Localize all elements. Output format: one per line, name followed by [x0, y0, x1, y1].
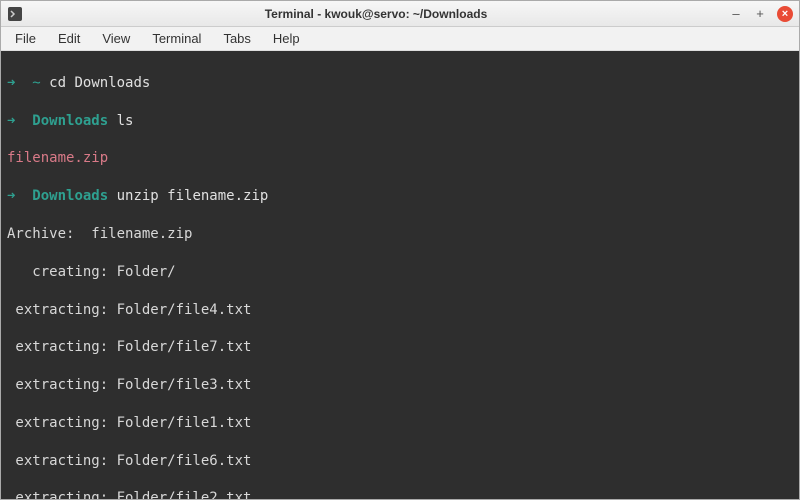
prompt-tilde: ~: [32, 75, 40, 91]
minimize-button[interactable]: –: [729, 7, 743, 21]
output-extracting: extracting: Folder/file4.txt: [7, 301, 793, 320]
output-extracting: extracting: Folder/file1.txt: [7, 414, 793, 433]
menu-view[interactable]: View: [92, 29, 140, 48]
terminal-app-icon: [7, 6, 23, 22]
menu-edit[interactable]: Edit: [48, 29, 90, 48]
cmd-unzip: unzip filename.zip: [117, 188, 269, 204]
prompt-arrow-icon: ➜: [7, 75, 15, 91]
cmd-ls: ls: [117, 113, 134, 129]
cmd-cd: cd Downloads: [49, 75, 150, 91]
titlebar[interactable]: Terminal - kwouk@servo: ~/Downloads – + …: [1, 1, 799, 27]
output-creating: creating: Folder/: [7, 263, 793, 282]
window-title: Terminal - kwouk@servo: ~/Downloads: [29, 7, 723, 21]
output-extracting: extracting: Folder/file2.txt: [7, 489, 793, 499]
menu-file[interactable]: File: [5, 29, 46, 48]
terminal-content[interactable]: ➜ ~ cd Downloads ➜ Downloads ls filename…: [1, 51, 799, 499]
close-button[interactable]: ×: [777, 6, 793, 22]
menu-help[interactable]: Help: [263, 29, 310, 48]
prompt-dir: Downloads: [32, 188, 108, 204]
window-controls: – + ×: [729, 6, 793, 22]
output-extracting: extracting: Folder/file3.txt: [7, 376, 793, 395]
prompt-dir: Downloads: [32, 113, 108, 129]
menu-terminal[interactable]: Terminal: [142, 29, 211, 48]
terminal-window: Terminal - kwouk@servo: ~/Downloads – + …: [0, 0, 800, 500]
output-archive: Archive: filename.zip: [7, 225, 793, 244]
maximize-button[interactable]: +: [753, 7, 767, 21]
prompt-arrow-icon: ➜: [7, 113, 15, 129]
output-extracting: extracting: Folder/file7.txt: [7, 338, 793, 357]
output-extracting: extracting: Folder/file6.txt: [7, 452, 793, 471]
menubar: File Edit View Terminal Tabs Help: [1, 27, 799, 51]
prompt-arrow-icon: ➜: [7, 188, 15, 204]
output-filename: filename.zip: [7, 149, 793, 168]
menu-tabs[interactable]: Tabs: [213, 29, 260, 48]
